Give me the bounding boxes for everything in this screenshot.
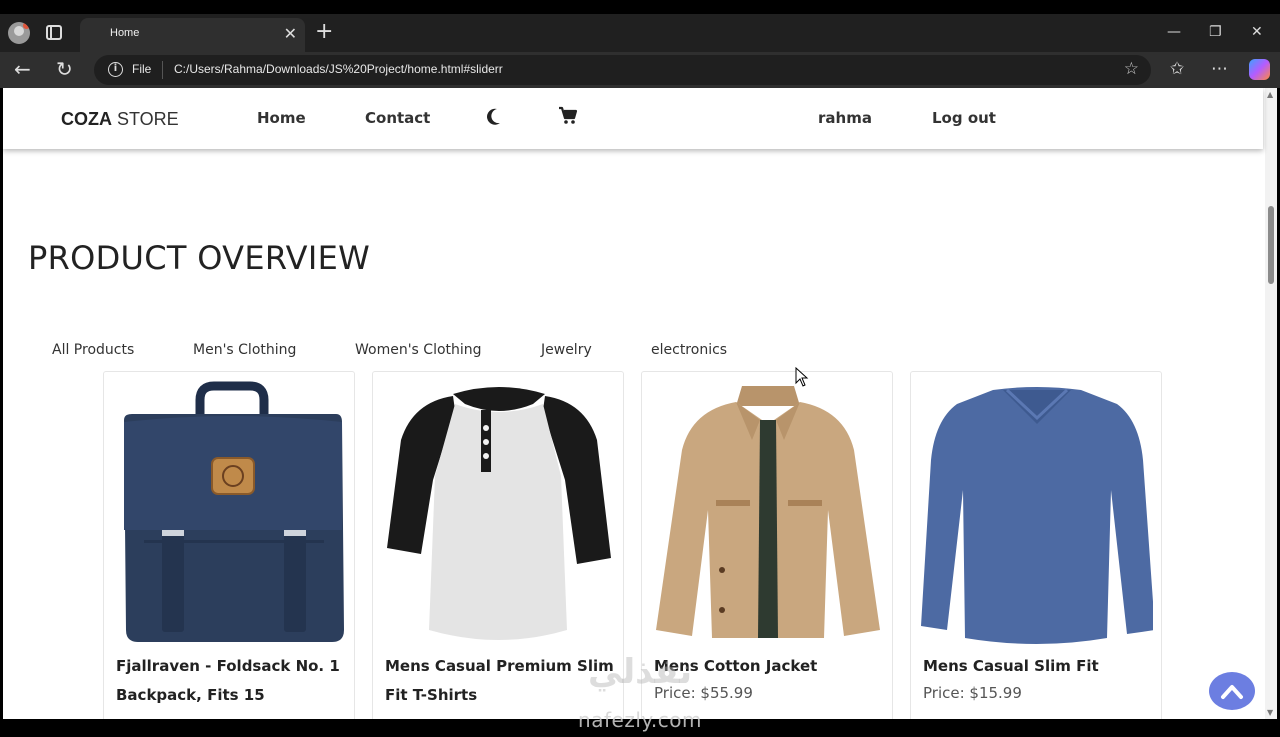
tab-home[interactable]: Home ✕	[80, 18, 305, 52]
url-divider	[162, 61, 163, 79]
scroll-down-icon[interactable]: ▼	[1267, 708, 1273, 717]
logo-bold: COZA	[61, 109, 112, 129]
product-title[interactable]: Mens Casual Slim Fit	[923, 652, 1153, 681]
new-tab-button[interactable]: +	[315, 20, 333, 44]
page-title: PRODUCT OVERVIEW	[28, 239, 371, 277]
browser-toolbar: ← ↻ i File C:/Users/Rahma/Downloads/JS%2…	[0, 52, 1280, 88]
scroll-to-top-button[interactable]	[1209, 672, 1255, 710]
favorite-star-icon[interactable]: ☆	[1124, 59, 1139, 79]
nav-contact-link[interactable]: Contact	[365, 109, 430, 127]
scroll-up-icon[interactable]: ▲	[1267, 90, 1273, 99]
browser-window: Home ✕ + — ❐ ✕ ← ↻ i File C:/Users/Rahma…	[0, 0, 1280, 737]
tab-close-icon[interactable]: ✕	[284, 24, 297, 44]
filter-jewelry[interactable]: Jewelry	[541, 342, 592, 358]
refresh-icon[interactable]: ↻	[56, 58, 73, 80]
product-card[interactable]: Fjallraven - Foldsack No. 1 Backpack, Fi…	[103, 371, 355, 719]
nav-home-link[interactable]: Home	[257, 109, 306, 127]
product-price: Price: $15.99	[923, 684, 1022, 702]
tab-actions-icon[interactable]	[46, 25, 62, 40]
profile-icon[interactable]	[8, 22, 30, 44]
tab-title: Home	[110, 27, 140, 39]
back-icon[interactable]: ←	[14, 58, 31, 80]
product-price: Price: $55.99	[654, 684, 753, 702]
info-icon[interactable]: i	[108, 62, 123, 77]
cart-icon[interactable]	[558, 106, 578, 125]
page-viewport: COZA STORE Home Contact rahma Log out PR…	[3, 88, 1277, 719]
url-text[interactable]: C:/Users/Rahma/Downloads/JS%20Project/ho…	[174, 62, 503, 76]
site-header: COZA STORE Home Contact rahma Log out	[3, 88, 1263, 149]
product-card[interactable]: Mens Cotton Jacket Price: $55.99	[641, 371, 893, 719]
bottom-black-bar	[0, 719, 1280, 737]
product-title[interactable]: Fjallraven - Foldsack No. 1 Backpack, Fi…	[116, 652, 346, 710]
product-card[interactable]: Mens Casual Premium Slim Fit T-Shirts	[372, 371, 624, 719]
favorites-icon[interactable]: ✩	[1170, 58, 1184, 80]
logout-link[interactable]: Log out	[932, 109, 996, 127]
more-icon[interactable]: ⋯	[1211, 58, 1228, 80]
tab-bar: Home ✕ + — ❐ ✕	[0, 14, 1280, 52]
restore-icon[interactable]: ❐	[1209, 22, 1222, 42]
chevron-up-icon	[1221, 685, 1243, 699]
product-image-tshirt	[387, 387, 611, 640]
moon-icon[interactable]	[487, 108, 501, 125]
filter-all-products[interactable]: All Products	[52, 342, 134, 358]
product-card[interactable]: Mens Casual Slim Fit Price: $15.99	[910, 371, 1162, 719]
product-title[interactable]: Mens Cotton Jacket	[654, 652, 884, 681]
filter-electronics[interactable]: electronics	[651, 342, 727, 358]
scrollbar-thumb[interactable]	[1268, 206, 1274, 284]
close-icon[interactable]: ✕	[1251, 22, 1263, 42]
copilot-icon[interactable]	[1249, 59, 1270, 80]
logo-rest: STORE	[112, 109, 179, 129]
product-image-longsleeve	[921, 387, 1153, 644]
mouse-cursor-icon	[795, 367, 809, 387]
product-image-backpack	[124, 381, 344, 642]
filter-womens-clothing[interactable]: Women's Clothing	[355, 342, 482, 358]
page-scrollbar[interactable]: ▲ ▼	[1265, 88, 1277, 719]
url-scheme: File	[132, 62, 152, 76]
user-name[interactable]: rahma	[818, 109, 872, 127]
site-logo[interactable]: COZA STORE	[61, 109, 179, 130]
minimize-icon[interactable]: —	[1167, 22, 1181, 42]
product-image-jacket	[656, 386, 880, 638]
product-title[interactable]: Mens Casual Premium Slim Fit T-Shirts	[385, 652, 615, 710]
address-bar[interactable]: i File C:/Users/Rahma/Downloads/JS%20Pro…	[94, 55, 1151, 85]
filter-mens-clothing[interactable]: Men's Clothing	[193, 342, 296, 358]
